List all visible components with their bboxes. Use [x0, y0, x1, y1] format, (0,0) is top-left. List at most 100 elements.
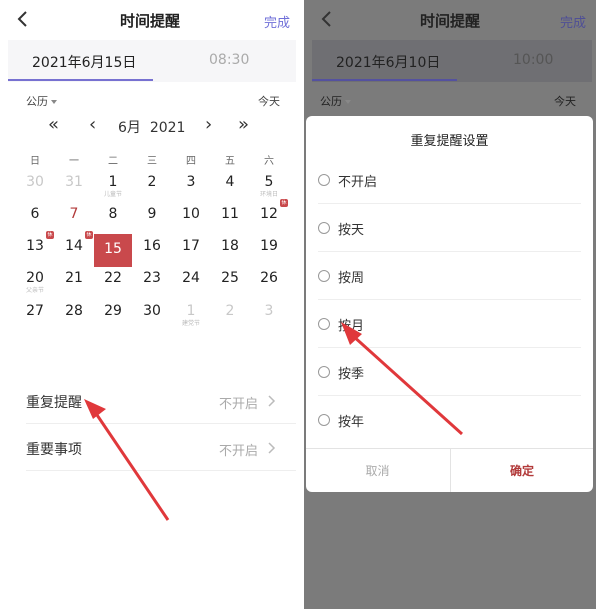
calendar-day[interactable]: 1 建党节 — [172, 302, 210, 332]
repeat-option[interactable]: 按月 — [306, 300, 593, 348]
day-number: 12 — [260, 206, 278, 222]
calendar-day[interactable]: 30 — [16, 173, 54, 203]
cancel-button[interactable]: 取消 — [306, 449, 449, 492]
calendar-day[interactable]: 31 — [55, 173, 93, 203]
weekday-label: 二 — [108, 156, 118, 167]
repeat-reminder-value: 不开启 — [218, 397, 258, 412]
day-number: 22 — [104, 270, 122, 286]
calendar-day[interactable]: 22 — [94, 269, 132, 299]
calendar-day[interactable]: 14 休 — [55, 231, 93, 267]
day-number: 13 — [26, 238, 44, 254]
holiday-label: 建党节 — [181, 320, 200, 327]
today-button[interactable]: 今天 — [554, 93, 576, 109]
calendar-day[interactable]: 29 — [94, 302, 132, 332]
calendar-day[interactable]: 16 — [133, 237, 171, 267]
day-number: 9 — [147, 206, 157, 222]
done-button[interactable]: 完成 — [560, 12, 586, 31]
calendar-day[interactable]: 2 — [211, 302, 249, 332]
today-button[interactable]: 今天 — [258, 93, 280, 109]
calendar-day[interactable]: 25 — [211, 269, 249, 299]
calendar-day[interactable]: 11 — [211, 205, 249, 235]
confirm-button[interactable]: 确定 — [450, 449, 593, 492]
calendar-day[interactable]: 2 — [133, 173, 171, 203]
next-month-icon[interactable]: › — [205, 115, 212, 135]
calendar-day[interactable]: 8 — [94, 205, 132, 235]
weekday-label: 日 — [30, 156, 40, 167]
dialog-title: 重复提醒设置 — [410, 134, 489, 149]
tab-indicator — [8, 79, 153, 81]
day-number: 31 — [65, 174, 83, 190]
calendar-day[interactable]: 26 — [250, 269, 288, 299]
calendar-day[interactable]: 21 — [55, 269, 93, 299]
repeat-settings-screen: 时间提醒 完成 2021年6月10日 10:00 公历 今天 重复提醒设置 不开… — [304, 0, 596, 609]
radio-button[interactable] — [318, 366, 330, 378]
tab-date[interactable]: 2021年6月15日 — [32, 52, 136, 72]
tab-date[interactable]: 2021年6月10日 — [336, 52, 440, 72]
holiday-label: 儿童节 — [103, 191, 122, 198]
calendar-day[interactable]: 23 — [133, 269, 171, 299]
calendar-day[interactable]: 12 休 — [250, 199, 288, 235]
calendar-type-label: 公历 — [26, 95, 48, 108]
calendar-day[interactable]: 4 — [211, 173, 249, 203]
chevron-right-icon — [268, 395, 276, 407]
day-number: 14 — [65, 238, 83, 254]
repeat-option[interactable]: 按周 — [306, 252, 593, 300]
calendar-day[interactable]: 28 — [55, 302, 93, 332]
reminder-screen: 时间提醒 完成 2021年6月15日 08:30 公历 今天 « ‹ 6月 20… — [0, 0, 300, 609]
calendar-day[interactable]: 20 父亲节 — [16, 269, 54, 299]
calendar-day[interactable]: 1 儿童节 — [94, 173, 132, 203]
repeat-option[interactable]: 按季 — [306, 348, 593, 396]
tab-time[interactable]: 10:00 — [513, 52, 553, 68]
radio-button[interactable] — [318, 174, 330, 186]
important-item-label: 重要事项 — [26, 442, 82, 458]
calendar-day[interactable]: 27 — [16, 302, 54, 332]
holiday-badge: 休 — [85, 231, 93, 239]
next-year-icon[interactable]: » — [238, 115, 249, 135]
radio-button[interactable] — [318, 222, 330, 234]
dialog-footer: 取消 确定 — [306, 448, 593, 492]
done-button[interactable]: 完成 — [264, 12, 290, 31]
day-number: 3 — [186, 174, 196, 190]
calendar-day[interactable]: 3 — [250, 302, 288, 332]
calendar-day[interactable]: 19 — [250, 237, 288, 267]
chevron-right-icon — [268, 442, 276, 454]
day-number: 30 — [26, 174, 44, 190]
option-label: 按年 — [338, 415, 365, 430]
calendar-type-select[interactable]: 公历 — [26, 93, 57, 109]
tab-time[interactable]: 08:30 — [209, 52, 249, 68]
repeat-option[interactable]: 不开启 — [306, 156, 593, 204]
calendar-type-select[interactable]: 公历 — [320, 93, 351, 109]
radio-button[interactable] — [318, 270, 330, 282]
repeat-option[interactable]: 按天 — [306, 204, 593, 252]
day-number: 27 — [26, 303, 44, 319]
calendar-day[interactable]: 13 休 — [16, 231, 54, 267]
day-number: 2 — [225, 303, 235, 319]
repeat-reminder-label: 重复提醒 — [26, 395, 82, 411]
calendar-day[interactable]: 3 — [172, 173, 210, 203]
radio-button[interactable] — [318, 414, 330, 426]
calendar-day[interactable]: 10 — [172, 205, 210, 235]
prev-year-icon[interactable]: « — [48, 115, 59, 135]
day-number: 8 — [108, 206, 118, 222]
calendar-day[interactable]: 24 — [172, 269, 210, 299]
calendar-day[interactable]: 15 — [94, 234, 132, 267]
calendar-day[interactable]: 18 — [211, 237, 249, 267]
weekday-label: 三 — [147, 156, 157, 167]
day-number: 6 — [30, 206, 40, 222]
day-number: 19 — [260, 238, 278, 254]
tab-indicator — [312, 79, 457, 81]
weekday-label: 四 — [186, 156, 196, 167]
page-title: 时间提醒 — [419, 12, 480, 30]
day-number: 25 — [221, 270, 239, 286]
important-item-row[interactable]: 重要事项 不开启 — [26, 439, 276, 463]
radio-button[interactable] — [318, 318, 330, 330]
option-label: 按周 — [338, 271, 365, 286]
calendar-day[interactable]: 30 — [133, 302, 171, 332]
repeat-option[interactable]: 按年 — [306, 396, 593, 444]
day-number: 5 — [264, 174, 274, 190]
repeat-reminder-row[interactable]: 重复提醒 不开启 — [26, 392, 276, 416]
calendar-day[interactable]: 9 — [133, 205, 171, 235]
prev-month-icon[interactable]: ‹ — [89, 115, 96, 135]
calendar-day[interactable]: 17 — [172, 237, 210, 267]
important-item-value: 不开启 — [218, 444, 258, 459]
